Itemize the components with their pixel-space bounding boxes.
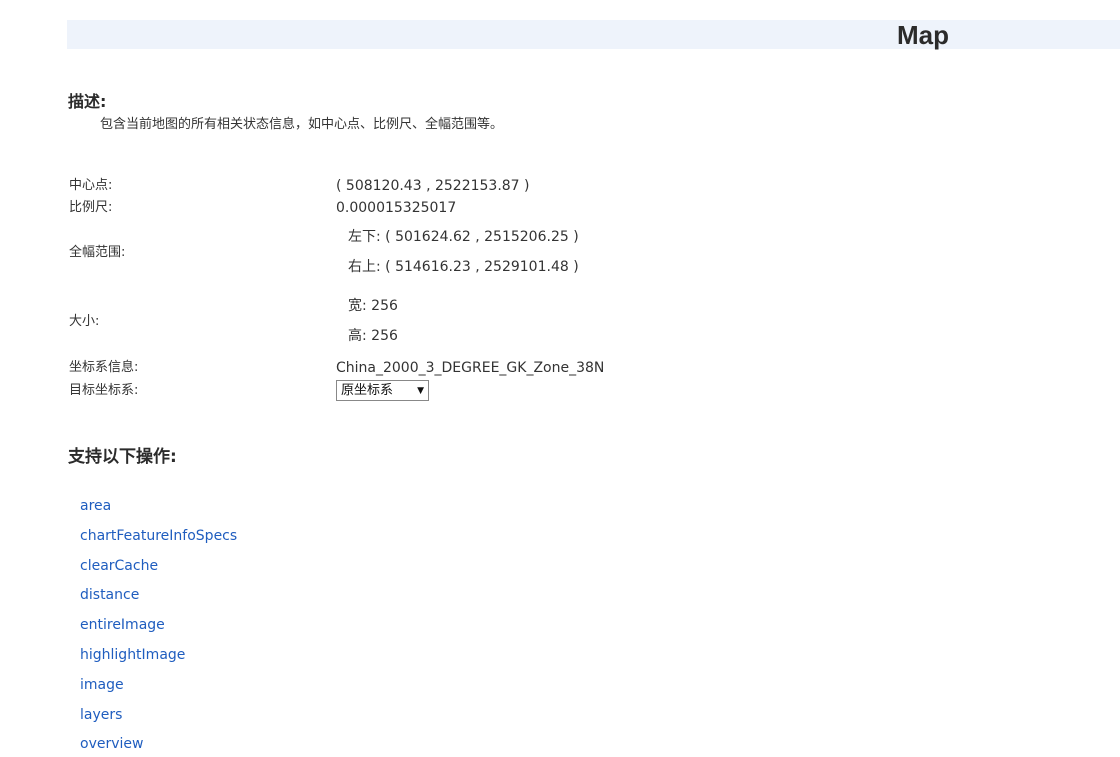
description-heading: 描述:: [68, 92, 107, 111]
operation-link-area[interactable]: area: [80, 497, 111, 515]
size-label: 大小:: [69, 314, 100, 329]
description-text: 包含当前地图的所有相关状态信息，如中心点、比例尺、全幅范围等。: [100, 117, 504, 132]
operation-link-entireimage[interactable]: entireImage: [80, 616, 165, 634]
operation-link-chartfeatureinfospecs[interactable]: chartFeatureInfoSpecs: [80, 527, 237, 545]
bounds-upper-right: 右上: ( 514616.23 , 2529101.48 ): [348, 259, 579, 275]
title-bar: Map: [67, 20, 1120, 50]
size-height: 高: 256: [348, 328, 398, 344]
operation-link-distance[interactable]: distance: [80, 586, 139, 604]
operation-link-layers[interactable]: layers: [80, 706, 122, 724]
center-label: 中心点:: [69, 178, 113, 193]
operation-link-clearcache[interactable]: clearCache: [80, 557, 158, 575]
crs-value: China_2000_3_DEGREE_GK_Zone_38N: [336, 360, 605, 376]
operation-link-highlightimage[interactable]: highlightImage: [80, 646, 185, 664]
operation-link-image[interactable]: image: [80, 676, 124, 694]
operations-heading: 支持以下操作:: [68, 447, 177, 467]
target-crs-select[interactable]: 原坐标系 ▼: [336, 380, 429, 401]
page: Map 描述: 包含当前地图的所有相关状态信息，如中心点、比例尺、全幅范围等。 …: [0, 0, 1120, 757]
bounds-lower-left: 左下: ( 501624.62 , 2515206.25 ): [348, 229, 579, 245]
chevron-down-icon: ▼: [417, 386, 424, 396]
center-value: ( 508120.43 , 2522153.87 ): [336, 178, 530, 194]
bounds-label: 全幅范围:: [69, 245, 126, 260]
target-crs-label: 目标坐标系:: [69, 383, 139, 398]
target-crs-selected: 原坐标系: [341, 383, 394, 398]
crs-label: 坐标系信息:: [69, 360, 139, 375]
size-width: 宽: 256: [348, 298, 398, 314]
operation-link-overview[interactable]: overview: [80, 735, 143, 753]
scale-label: 比例尺:: [69, 200, 113, 215]
page-title: Map: [897, 20, 949, 50]
scale-value: 0.000015325017: [336, 200, 457, 216]
